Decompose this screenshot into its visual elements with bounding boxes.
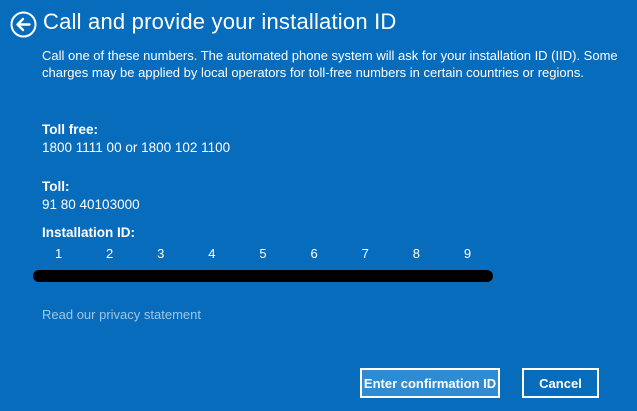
installation-id-group-2: 2 bbox=[106, 246, 114, 261]
toll-number: 91 80 40103000 bbox=[42, 197, 140, 212]
enter-confirmation-id-button[interactable]: Enter confirmation ID bbox=[360, 368, 500, 398]
instructions-line-1: Call one of these numbers. The automated… bbox=[42, 48, 618, 63]
privacy-statement-link[interactable]: Read our privacy statement bbox=[42, 307, 201, 322]
installation-id-group-7: 7 bbox=[361, 246, 369, 261]
toll-label: Toll: bbox=[42, 179, 70, 194]
toll-free-label: Toll free: bbox=[42, 122, 99, 137]
instructions-line-2: charges may be applied by local operator… bbox=[42, 65, 584, 80]
installation-id-group-8: 8 bbox=[412, 246, 420, 261]
activation-call-dialog: Call and provide your installation ID Ca… bbox=[0, 0, 637, 411]
page-title: Call and provide your installation ID bbox=[43, 9, 397, 34]
installation-id-group-headers: 1 2 3 4 5 6 7 8 9 bbox=[33, 246, 493, 262]
installation-id-group-6: 6 bbox=[310, 246, 318, 261]
toll-free-numbers: 1800 1111 00 or 1800 102 1100 bbox=[42, 140, 231, 155]
installation-id-redaction-bar bbox=[33, 270, 493, 282]
back-arrow-icon bbox=[10, 11, 37, 38]
instructions-text: Call one of these numbers. The automated… bbox=[42, 47, 618, 81]
cancel-button[interactable]: Cancel bbox=[522, 368, 599, 398]
installation-id-group-4: 4 bbox=[208, 246, 216, 261]
installation-id-label: Installation ID: bbox=[42, 225, 136, 240]
installation-id-group-5: 5 bbox=[259, 246, 267, 261]
back-button[interactable] bbox=[10, 11, 37, 38]
installation-id-group-3: 3 bbox=[157, 246, 165, 261]
installation-id-group-1: 1 bbox=[54, 246, 63, 261]
installation-id-group-9: 9 bbox=[463, 246, 472, 261]
